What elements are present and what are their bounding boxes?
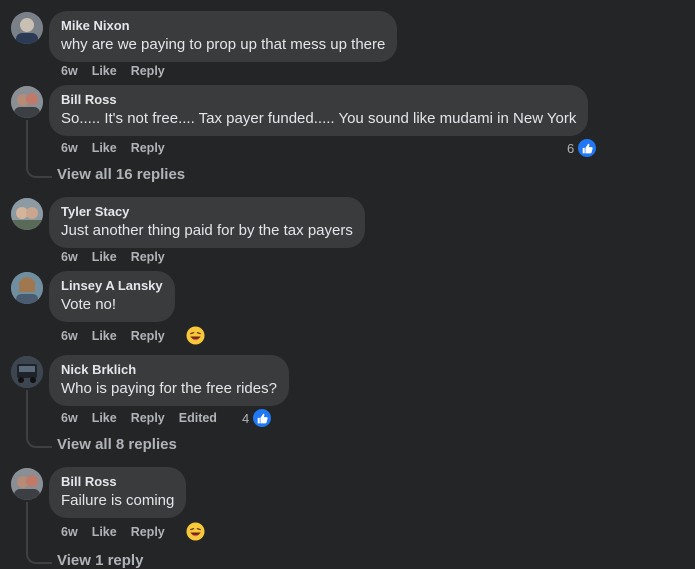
comment-time[interactable]: 6w [61,64,78,78]
comment-actions: 6w Like Reply [61,525,179,539]
comment-bubble: Bill Ross So..... It's not free.... Tax … [49,85,589,136]
reaction-number: 4 [242,410,250,426]
avatar[interactable] [11,12,43,44]
comment-time[interactable]: 6w [61,141,78,155]
avatar[interactable] [11,198,43,230]
comment-actions: 6w Like Reply [61,250,179,264]
thread-line [26,502,52,564]
comment-bubble: Linsey A Lansky Vote no! [49,271,175,322]
thread-line [26,390,52,448]
avatar[interactable] [11,468,43,500]
comment-text: Who is paying for the free rides? [61,380,277,397]
avatar[interactable] [11,272,43,304]
comment-actions: 6w Like Reply [61,141,179,155]
reaction-number: 6 [567,140,575,156]
comment-bubble: Bill Ross Failure is coming [49,467,187,518]
comment-text: Failure is coming [61,492,175,509]
view-replies-link[interactable]: View 1 reply [57,552,143,569]
thread-line [26,120,52,178]
reply-button[interactable]: Reply [131,141,165,155]
comment-actions: 6w Like Reply [61,64,179,78]
avatar[interactable] [11,356,43,388]
avatar[interactable] [11,86,43,118]
reply-button[interactable]: Reply [131,525,165,539]
comment-author[interactable]: Tyler Stacy [61,204,353,220]
comment-text: So..... It's not free.... Tax payer fund… [61,110,577,127]
edited-label: Edited [178,411,217,425]
view-replies-link[interactable]: View all 8 replies [57,436,177,453]
comment-author[interactable]: Nick Brklich [61,362,277,378]
comment-bubble: Nick Brklich Who is paying for the free … [49,355,289,406]
comment-bubble: Mike Nixon why are we paying to prop up … [49,11,398,62]
comment-time[interactable]: 6w [61,411,78,425]
comment-author[interactable]: Mike Nixon [61,18,385,34]
comment-author[interactable]: Linsey A Lansky [61,278,163,294]
like-button[interactable]: Like [92,250,117,264]
reply-button[interactable]: Reply [131,64,165,78]
comment-text: why are we paying to prop up that mess u… [61,36,386,53]
like-button[interactable]: Like [92,141,117,155]
comment-text: Just another thing paid for by the tax p… [61,222,353,239]
comment-text: Vote no! [61,296,117,313]
reply-button[interactable]: Reply [131,411,165,425]
reaction-count[interactable]: 6 [567,138,598,158]
comment-author[interactable]: Bill Ross [61,474,174,490]
laughing-emoji-icon[interactable] [186,522,205,541]
reply-button[interactable]: Reply [131,250,165,264]
like-button[interactable]: Like [92,329,117,343]
comment-time[interactable]: 6w [61,250,78,264]
thumbs-up-icon [577,138,598,158]
like-button[interactable]: Like [92,411,117,425]
comment-bubble: Tyler Stacy Just another thing paid for … [49,197,365,248]
comment-actions: 6w Like Reply Edited [61,411,231,425]
comment-author[interactable]: Bill Ross [61,92,576,108]
comment-time[interactable]: 6w [61,329,78,343]
view-replies-link[interactable]: View all 16 replies [57,166,185,183]
comment-actions: 6w Like Reply [61,329,179,343]
like-button[interactable]: Like [92,64,117,78]
laughing-emoji-icon[interactable] [186,326,205,345]
comment-time[interactable]: 6w [61,525,78,539]
thumbs-up-icon [252,408,273,428]
reaction-count[interactable]: 4 [242,408,273,428]
prev-comment-actions [61,0,78,5]
reply-button[interactable]: Reply [131,329,165,343]
like-button[interactable]: Like [92,525,117,539]
